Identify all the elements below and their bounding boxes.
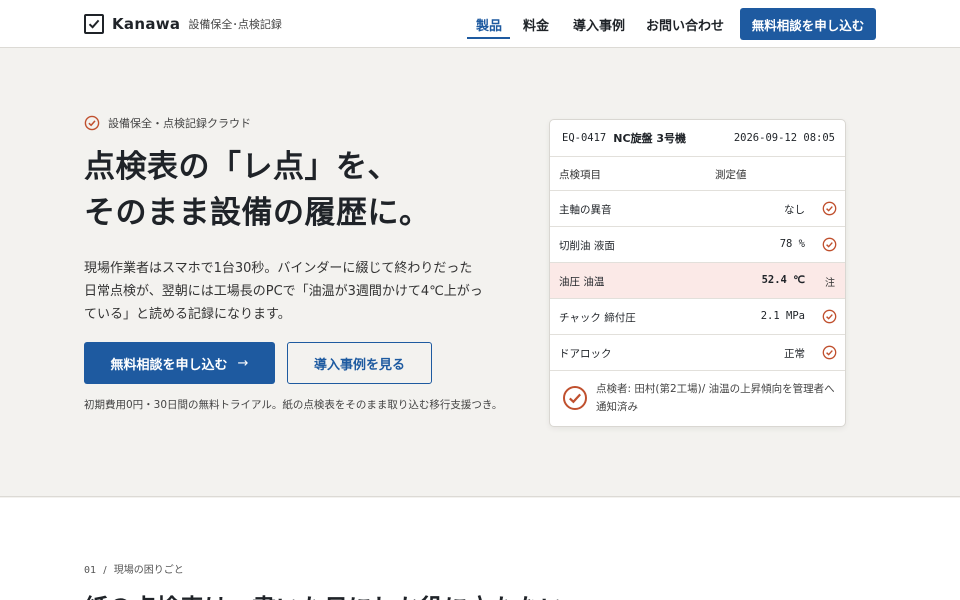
table-row: 切削油 液面 78 % bbox=[550, 227, 845, 263]
row-label: 切削油 液面 bbox=[559, 240, 615, 252]
headline-line-2: そのまま設備の履歴に。 bbox=[84, 195, 431, 231]
nav-contact[interactable]: お問い合わせ bbox=[646, 15, 724, 34]
table-row: ドアロック 正常 bbox=[550, 335, 845, 371]
column-value: 測定値 bbox=[715, 169, 747, 181]
check-circle-icon bbox=[84, 115, 100, 131]
problems-section: 01 / 現場の困りごと 紙の点検表は、書いた日にしか役に立たない bbox=[0, 498, 960, 600]
headline-line-1: 点検表の「レ点」を、 bbox=[84, 149, 399, 185]
row-label: ドアロック bbox=[559, 348, 612, 360]
nav-pricing[interactable]: 料金 bbox=[523, 15, 549, 34]
check-circle-icon bbox=[822, 345, 837, 360]
column-item: 点検項目 bbox=[559, 169, 601, 181]
brand-subtitle: 設備保全･点検記録 bbox=[188, 18, 282, 31]
inspection-timestamp: 2026-09-12 08:05 bbox=[733, 132, 835, 144]
section-label: 01 / 現場の困りごと bbox=[84, 561, 184, 576]
site-header: Kanawa 設備保全･点検記録 製品 料金 導入事例 お問い合わせ 無料相談を… bbox=[0, 0, 960, 48]
inspection-card: EQ-0417 NC旋盤 3号機 2026-09-12 08:05 点検項目 測… bbox=[549, 119, 846, 427]
nav-active-indicator bbox=[467, 37, 510, 39]
check-circle-icon bbox=[822, 309, 837, 324]
equipment-id: EQ-0417 bbox=[562, 132, 607, 144]
hero-eyebrow: 設備保全・点検記録クラウド bbox=[84, 115, 251, 131]
row-label: 主軸の異音 bbox=[559, 204, 612, 216]
brand-name: Kanawa bbox=[112, 15, 181, 33]
header-consultation-button[interactable]: 無料相談を申し込む bbox=[740, 8, 876, 40]
section-title: 紙の点検表は、書いた日にしか役に立たない bbox=[84, 588, 564, 600]
checkbox-logo-icon bbox=[84, 14, 104, 34]
primary-button-label: 無料相談を申し込む bbox=[110, 357, 228, 373]
equipment-name: NC旋盤 3号機 bbox=[613, 132, 687, 145]
section-number: 01 bbox=[84, 565, 97, 576]
large-check-circle-icon bbox=[563, 386, 587, 410]
row-value: なし bbox=[784, 204, 805, 216]
hero-consultation-button[interactable]: 無料相談を申し込む → bbox=[84, 342, 275, 384]
card-header: EQ-0417 NC旋盤 3号機 2026-09-12 08:05 bbox=[550, 120, 845, 157]
check-circle-icon bbox=[822, 237, 837, 252]
card-footer: 点検者: 田村(第2工場)/ 油温の上昇傾向を管理者へ通知済み bbox=[550, 370, 845, 426]
nav-products[interactable]: 製品 bbox=[476, 15, 502, 34]
table-row: 主軸の異音 なし bbox=[550, 191, 845, 227]
hero-note: 初期費用0円・30日間の無料トライアル。紙の点検表をそのまま取り込む移行支援つき… bbox=[84, 399, 503, 411]
hero-lead: 現場作業者はスマホで1台30秒。バインダーに綴じて終わりだった日常点検が、翌朝に… bbox=[84, 261, 483, 322]
hero-headline: 点検表の「レ点」を、 そのまま設備の履歴に。 bbox=[84, 144, 431, 236]
eyebrow-text: 設備保全・点検記録クラウド bbox=[108, 117, 251, 130]
hero-case-studies-button[interactable]: 導入事例を見る bbox=[287, 342, 432, 384]
nav-case-studies[interactable]: 導入事例 bbox=[573, 15, 625, 34]
section-label-text: 現場の困りごと bbox=[113, 565, 184, 576]
arrow-right-icon: → bbox=[237, 355, 249, 371]
row-value: 52.4 ℃ bbox=[761, 274, 805, 286]
row-label: 油圧 油温 bbox=[559, 276, 605, 288]
table-header: 点検項目 測定値 bbox=[550, 157, 845, 191]
row-label: チャック 締付圧 bbox=[559, 312, 636, 324]
inspector-note: 点検者: 田村(第2工場)/ 油温の上昇傾向を管理者へ通知済み bbox=[596, 383, 835, 413]
row-value: 78 % bbox=[779, 238, 805, 250]
table-row: チャック 締付圧 2.1 MPa bbox=[550, 299, 845, 335]
row-value: 正常 bbox=[784, 348, 805, 360]
section-separator: / bbox=[103, 565, 107, 576]
check-circle-icon bbox=[822, 201, 837, 216]
caution-badge: 注 bbox=[825, 278, 835, 289]
logo[interactable]: Kanawa 設備保全･点検記録 bbox=[84, 13, 282, 35]
table-row-alert: 油圧 油温 52.4 ℃ 注 bbox=[550, 263, 845, 299]
row-value: 2.1 MPa bbox=[760, 310, 805, 322]
